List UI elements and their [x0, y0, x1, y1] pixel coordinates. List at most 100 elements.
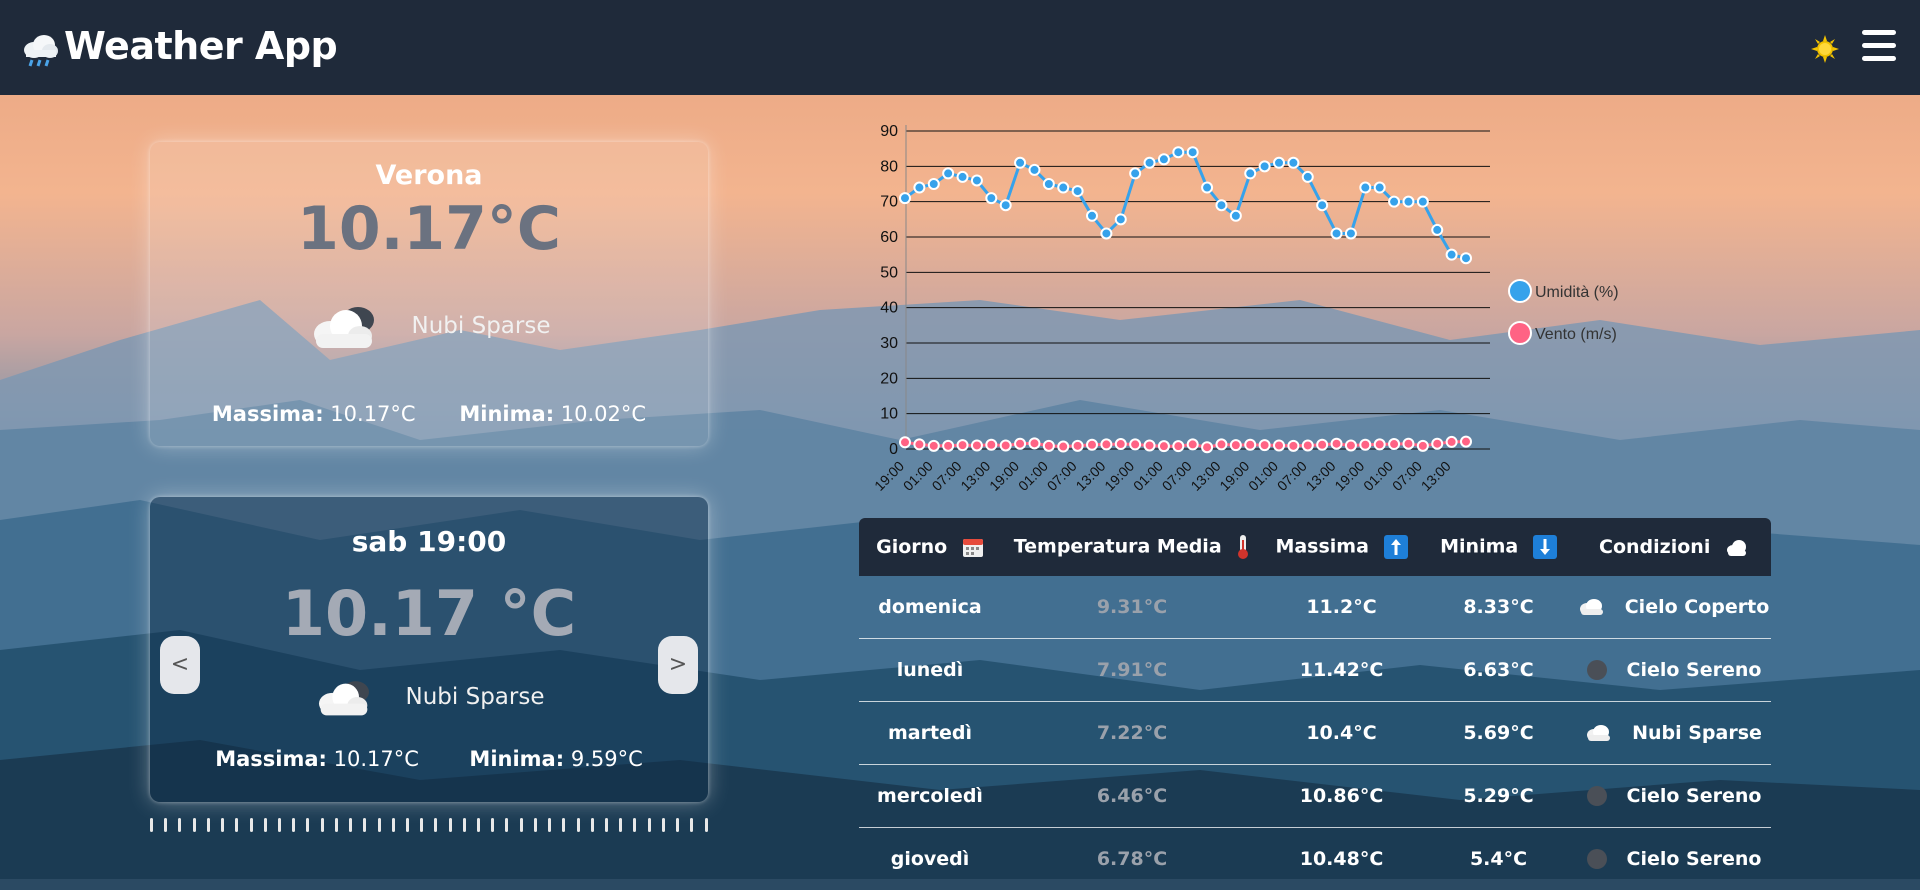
carousel-indicator[interactable] — [321, 818, 324, 832]
x-tick-label: 07:00 — [1044, 458, 1080, 494]
data-point — [1073, 441, 1083, 451]
sun-icon[interactable] — [1810, 34, 1840, 64]
row-condition-text: Cielo Sereno — [1627, 659, 1762, 681]
carousel-indicator[interactable] — [505, 818, 508, 832]
data-point — [1332, 228, 1342, 238]
data-point — [1029, 438, 1039, 448]
data-point — [1001, 440, 1011, 450]
carousel-indicator[interactable] — [463, 818, 466, 832]
table-header-row: Giorno Temperatura Media Massima — [859, 518, 1771, 576]
table-row: giovedì6.78°C10.48°C5.4°CCielo Sereno — [859, 828, 1771, 890]
carousel-indicator[interactable] — [150, 818, 153, 832]
hamburger-menu-icon[interactable] — [1862, 30, 1896, 62]
row-min: 5.69°C — [1420, 702, 1577, 765]
data-point — [914, 183, 924, 193]
carousel-indicator[interactable] — [619, 818, 622, 832]
carousel-indicator[interactable] — [363, 818, 366, 832]
carousel-indicator[interactable] — [164, 818, 167, 832]
carousel-indicator[interactable] — [250, 818, 253, 832]
clear-sky-icon — [1587, 786, 1607, 806]
carousel-indicators[interactable] — [150, 818, 708, 832]
clear-sky-icon — [1587, 660, 1607, 680]
carousel-indicator[interactable] — [420, 818, 423, 832]
row-day: lunedì — [859, 639, 1001, 702]
y-tick-label: 20 — [880, 370, 898, 387]
forecast-minmax: Massima: 10.17°C Minima: 9.59°C — [150, 747, 708, 771]
carousel-indicator[interactable] — [676, 818, 679, 832]
carousel-indicator[interactable] — [292, 818, 295, 832]
carousel-indicator[interactable] — [392, 818, 395, 832]
carousel-indicator[interactable] — [662, 818, 665, 832]
carousel-indicator[interactable] — [520, 818, 523, 832]
carousel-indicator[interactable] — [193, 818, 196, 832]
carousel-indicator[interactable] — [548, 818, 551, 832]
carousel-indicator[interactable] — [534, 818, 537, 832]
carousel-indicator[interactable] — [178, 818, 181, 832]
carousel-indicator[interactable] — [335, 818, 338, 832]
carousel-indicator[interactable] — [690, 818, 693, 832]
x-tick-label: 19:00 — [1331, 458, 1367, 494]
row-max: 10.86°C — [1263, 765, 1420, 828]
x-tick-label: 13:00 — [1418, 458, 1454, 494]
row-condition-text: Cielo Coperto — [1625, 596, 1770, 618]
calendar-icon — [962, 536, 984, 558]
forecast-condition-text: Nubi Sparse — [406, 684, 545, 710]
data-point — [986, 193, 996, 203]
data-point — [1044, 179, 1054, 189]
carousel-indicator[interactable] — [207, 818, 210, 832]
x-tick-label: 13:00 — [1303, 458, 1339, 494]
carousel-indicator[interactable] — [406, 818, 409, 832]
city-name: Verona — [150, 160, 708, 191]
header-min: Minima — [1420, 518, 1577, 576]
header-conditions: Condizioni — [1577, 518, 1771, 576]
row-average-temp: 6.46°C — [1001, 765, 1263, 828]
carousel-indicator[interactable] — [591, 818, 594, 832]
x-tick-label: 01:00 — [900, 458, 936, 494]
carousel-indicator[interactable] — [577, 818, 580, 832]
data-point — [1087, 211, 1097, 221]
data-point — [1447, 250, 1457, 260]
y-tick-label: 70 — [880, 194, 898, 211]
current-condition: Nubi Sparse — [150, 302, 708, 350]
table-row: lunedì7.91°C11.42°C6.63°CCielo Sereno — [859, 639, 1771, 702]
carousel-indicator[interactable] — [378, 818, 381, 832]
carousel-indicator[interactable] — [264, 818, 267, 832]
row-average-temp: 6.78°C — [1001, 828, 1263, 890]
app-title: Weather App — [64, 24, 337, 68]
x-tick-label: 19:00 — [871, 458, 907, 494]
carousel-indicator[interactable] — [449, 818, 452, 832]
carousel-indicator[interactable] — [306, 818, 309, 832]
current-minmax: Massima: 10.17°C Minima: 10.02°C — [150, 402, 708, 426]
data-point — [1403, 439, 1413, 449]
series-line — [905, 152, 1466, 258]
data-point — [1101, 228, 1111, 238]
carousel-indicator[interactable] — [477, 818, 480, 832]
data-point — [1173, 441, 1183, 451]
current-max: Massima: 10.17°C — [212, 402, 416, 426]
data-point — [1202, 183, 1212, 193]
data-point — [1073, 186, 1083, 196]
carousel-indicator[interactable] — [633, 818, 636, 832]
carousel-indicator[interactable] — [562, 818, 565, 832]
daily-forecast-table: Giorno Temperatura Media Massima — [859, 518, 1771, 890]
carousel-indicator[interactable] — [221, 818, 224, 832]
data-point — [1216, 200, 1226, 210]
carousel-indicator[interactable] — [605, 818, 608, 832]
data-point — [1346, 228, 1356, 238]
data-point — [1346, 440, 1356, 450]
legend-marker — [1509, 322, 1531, 344]
data-point — [1260, 440, 1270, 450]
carousel-indicator[interactable] — [235, 818, 238, 832]
header-average-temp: Temperatura Media — [1001, 518, 1263, 576]
carousel-indicator[interactable] — [648, 818, 651, 832]
data-point — [1418, 197, 1428, 207]
carousel-indicator[interactable] — [278, 818, 281, 832]
carousel-indicator[interactable] — [349, 818, 352, 832]
x-tick-label: 07:00 — [1389, 458, 1425, 494]
carousel-indicator[interactable] — [491, 818, 494, 832]
table-row: domenica9.31°C11.2°C8.33°CCielo Coperto — [859, 576, 1771, 639]
data-point — [1044, 441, 1054, 451]
carousel-indicator[interactable] — [434, 818, 437, 832]
row-day: martedì — [859, 702, 1001, 765]
carousel-indicator[interactable] — [705, 818, 708, 832]
